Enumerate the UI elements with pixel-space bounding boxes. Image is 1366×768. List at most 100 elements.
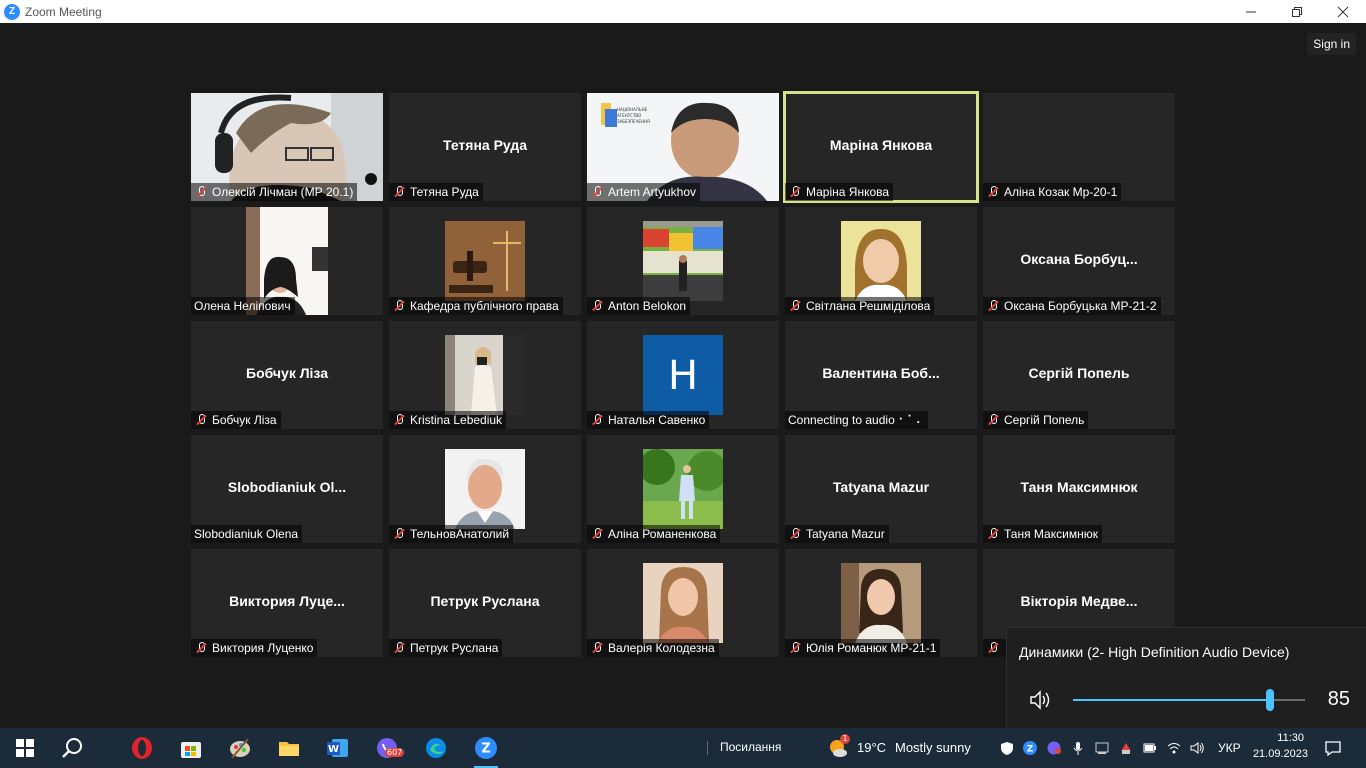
viber-badge: 607 [385,748,405,757]
profile-photo [445,221,525,301]
participant-tile[interactable]: Тетяна Руда Тетяна Руда [389,93,581,201]
participant-name-label: Кафедра публічного права [389,297,563,315]
muted-mic-icon [590,641,604,655]
weather-badge: 1 [840,734,850,744]
participant-tile[interactable]: Бобчук Ліза Бобчук Ліза [191,321,383,429]
participant-name-label: Connecting to audio ⠂⠁⠄ [785,411,929,429]
participant-tile[interactable]: Світлана Решмідiлова [785,207,977,315]
svg-text:НАЦІОНАЛЬНЕ: НАЦІОНАЛЬНЕ [617,107,648,112]
participant-display-name: Маріна Янкова [829,137,933,153]
taskbar-word[interactable]: W [326,736,350,760]
profile-photo [445,335,525,415]
svg-text:Z: Z [481,742,490,757]
muted-mic-icon [392,413,406,427]
microphone-icon[interactable] [1071,741,1085,755]
participant-name-label: Юлія Романюк МР-21-1 [785,639,941,657]
input-language[interactable]: УКР [1218,741,1241,755]
paint-icon [230,738,250,759]
participant-tile[interactable]: Петрук Руслана Петрук Руслана [389,549,581,657]
participant-name-label: Тетяна Руда [389,183,483,201]
participant-tile[interactable]: Аліна Романенкова [587,435,779,543]
close-icon [1337,6,1349,17]
device-icon[interactable] [1095,741,1109,755]
participant-name-label: Олексій Лічман (МР 20.1) [191,183,358,201]
participant-tile[interactable]: Anton Belokon [587,207,779,315]
participant-tile[interactable]: Аліна Козак Мр-20-1 [983,93,1175,201]
participant-name-label [983,639,1008,657]
participant-tile[interactable]: Tatyana Mazur Tatyana Mazur [785,435,977,543]
opera-icon [132,737,152,759]
search-button[interactable] [60,736,84,760]
participant-tile[interactable]: Виктория Луце... Виктория Луценко [191,549,383,657]
participant-name-label: Оксана Борбуцька МР-21-2 [983,297,1161,315]
speaker-icon[interactable] [1029,690,1055,710]
viber-tray-icon[interactable] [1047,741,1061,755]
minimize-button[interactable] [1228,0,1274,23]
participant-name-label: Аліна Козак Мр-20-1 [983,183,1122,201]
taskbar-edge[interactable] [424,736,448,760]
muted-mic-icon [788,527,802,541]
participant-name: Тетяна Руда [410,185,479,199]
participant-tile[interactable]: Олексій Лічман (МР 20.1) [191,93,383,201]
taskbar-store[interactable] [179,736,203,760]
taskbar-divider [707,741,708,755]
taskbar-viber[interactable]: 607 [375,736,405,760]
participant-tile[interactable]: ТельновАнатолий [389,435,581,543]
meeting-area: Sign in Олексій Лічман (МР 20.1) Тетяна Р… [0,23,1366,728]
taskbar-explorer[interactable] [277,736,301,760]
app-tray-icon[interactable] [1119,741,1133,755]
volume-slider-thumb[interactable] [1266,689,1275,711]
temperature[interactable]: 19°C [857,740,886,755]
battery-icon[interactable] [1143,741,1157,755]
participant-tile[interactable]: Оксана Борбуц... Оксана Борбуцька МР-21-2 [983,207,1175,315]
svg-text:H: H [668,353,698,399]
participant-tile[interactable]: Кафедра публічного права [389,207,581,315]
participant-tile[interactable]: Таня Максимнюк Таня Максимнюк [983,435,1175,543]
close-button[interactable] [1320,0,1366,23]
participant-name: Олексій Лічман (МР 20.1) [212,185,354,199]
taskbar-opera[interactable] [130,736,154,760]
clock-date[interactable]: 21.09.2023 [1250,748,1308,760]
sign-in-button[interactable]: Sign in [1307,33,1356,55]
participant-name: Connecting to audio ⠂⠁⠄ [788,413,925,427]
taskbar-paint[interactable] [228,736,252,760]
zoom-tray-icon[interactable]: Z [1023,741,1037,755]
word-icon: W [327,739,348,757]
weather-condition[interactable]: Mostly sunny [895,740,971,755]
participant-display-name: Оксана Борбуц... [1020,251,1138,267]
volume-level: 85 [1327,688,1350,710]
participant-tile[interactable]: Валерія Колодезна [587,549,779,657]
profile-photo [841,563,921,643]
muted-mic-icon [194,641,208,655]
participant-name: Аліна Романенкова [608,527,717,541]
muted-mic-icon [788,299,802,313]
shield-icon[interactable] [1000,741,1014,755]
muted-mic-icon [986,185,1000,199]
profile-photo [643,563,723,643]
muted-mic-icon [590,299,604,313]
participant-tile[interactable]: НАЦІОНАЛЬНЕ АГЕНТСТВО ЗАБЕЗПЕЧЕННЯ Artem Ar… [587,93,779,201]
participant-tile[interactable]: H Наталья Савенко [587,321,779,429]
participant-name: Бобчук Ліза [212,413,277,427]
start-button[interactable] [13,736,37,760]
folder-icon [279,742,299,756]
participant-tile[interactable]: Slobodianiuk Ol... Slobodianiuk Olena [191,435,383,543]
participant-tile[interactable]: Юлія Романюк МР-21-1 [785,549,977,657]
participant-display-name: Slobodianiuk Ol... [227,479,347,495]
muted-mic-icon [788,185,802,199]
participant-tile[interactable]: Валентина Боб... Connecting to audio ⠂⠁⠄ [785,321,977,429]
participant-tile[interactable]: Kristina Lebediuk [389,321,581,429]
participant-tile[interactable]: Маріна Янкова Маріна Янкова [783,91,979,203]
participant-tile[interactable]: Сергій Попель Сергій Попель [983,321,1175,429]
wifi-icon[interactable] [1167,741,1181,755]
clock-time[interactable]: 11:30 [1254,732,1304,744]
restore-button[interactable] [1274,0,1320,23]
participant-name-label: Artem Artyukhov [587,183,701,201]
weather-widget-icon[interactable]: 1 [826,734,850,760]
taskbar-zoom[interactable]: Z [474,736,498,760]
participant-tile[interactable]: Олена Неліпович [191,207,383,315]
links-toolbar[interactable]: Посилання [720,740,781,754]
participant-name-label: Наталья Савенко [587,411,710,429]
volume-tray-icon[interactable] [1190,741,1204,755]
notifications-icon[interactable] [1324,740,1342,756]
